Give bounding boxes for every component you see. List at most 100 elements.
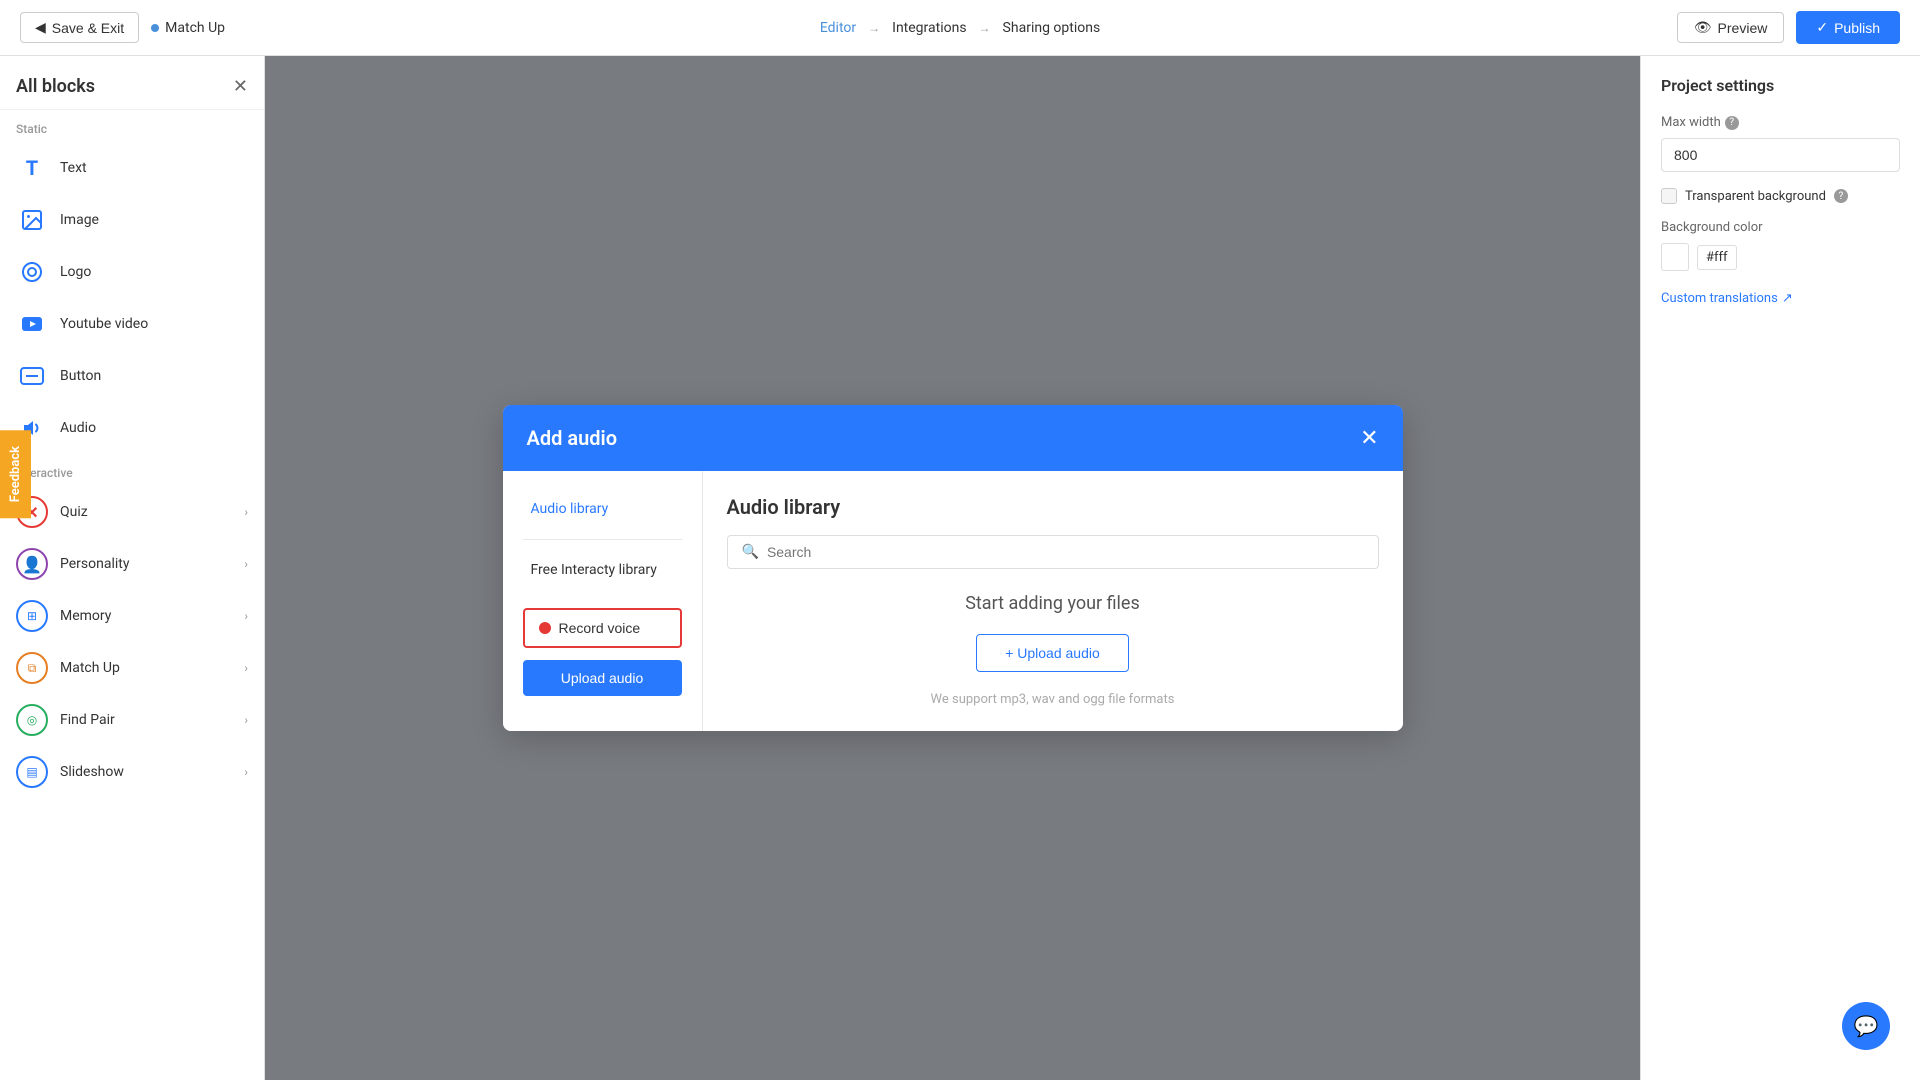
matchup-icon: ⧉	[16, 652, 48, 684]
publish-button[interactable]: ✓ Publish	[1796, 11, 1900, 44]
close-icon[interactable]: ✕	[233, 76, 248, 97]
main-layout: All blocks ✕ Static T Text Image Logo Yo…	[0, 56, 1920, 1080]
chat-icon: 💬	[1854, 1014, 1879, 1038]
editor-link[interactable]: Editor	[820, 20, 856, 36]
button-label: Button	[60, 368, 248, 384]
block-item-text[interactable]: T Text	[0, 142, 264, 194]
record-voice-button[interactable]: Record voice	[523, 608, 682, 648]
max-width-input[interactable]	[1661, 138, 1900, 172]
empty-state-title: Start adding your files	[965, 593, 1140, 614]
block-item-youtube[interactable]: Youtube video	[0, 298, 264, 350]
eye-icon: 👁	[1694, 19, 1712, 36]
transparent-bg-help-icon[interactable]: ?	[1834, 189, 1848, 203]
findpair-arrow: ›	[244, 713, 248, 727]
back-arrow-icon: ◀	[35, 19, 46, 36]
bg-color-swatch[interactable]	[1661, 243, 1689, 271]
save-exit-button[interactable]: ◀ Save & Exit	[20, 12, 139, 43]
sidebar-title: All blocks	[16, 76, 95, 97]
center-area: Add audio ✕ Audio library Free Interacty…	[265, 56, 1640, 1080]
sidebar-item-personality[interactable]: 👤 Personality ›	[0, 538, 264, 590]
upload-audio-outline-button[interactable]: + Upload audio	[976, 634, 1129, 672]
support-text: We support mp3, wav and ogg file formats	[931, 692, 1175, 707]
upload-audio-button[interactable]: Upload audio	[523, 660, 682, 696]
sidebar-item-matchup[interactable]: ⧉ Match Up ›	[0, 642, 264, 694]
modal-sidebar: Audio library Free Interacty library Rec…	[503, 471, 703, 731]
audio-library-title: Audio library	[727, 495, 1379, 519]
max-width-help-icon[interactable]: ?	[1725, 116, 1739, 130]
block-item-button[interactable]: Button	[0, 350, 264, 402]
sidebar-item-findpair[interactable]: ◎ Find Pair ›	[0, 694, 264, 746]
nav-divider	[523, 539, 682, 540]
save-exit-label: Save & Exit	[52, 20, 124, 36]
audio-library-tab[interactable]: Audio library	[523, 491, 682, 527]
image-label: Image	[60, 212, 248, 228]
topbar-right: 👁 Preview ✓ Publish	[1677, 11, 1900, 44]
transparent-bg-label: Transparent background	[1685, 189, 1826, 204]
youtube-label: Youtube video	[60, 316, 248, 332]
quiz-arrow: ›	[244, 505, 248, 519]
project-name: Match Up	[151, 20, 225, 36]
image-icon	[16, 204, 48, 236]
button-icon	[16, 360, 48, 392]
modal-body: Audio library Free Interacty library Rec…	[503, 471, 1403, 731]
slideshow-icon: ▤	[16, 756, 48, 788]
free-library-tab[interactable]: Free Interacty library	[523, 552, 682, 588]
personality-arrow: ›	[244, 557, 248, 571]
empty-state: Start adding your files + Upload audio W…	[727, 593, 1379, 707]
memory-label: Memory	[60, 608, 232, 624]
matchup-label: Match Up	[60, 660, 232, 676]
add-audio-modal: Add audio ✕ Audio library Free Interacty…	[503, 405, 1403, 731]
modal-close-button[interactable]: ✕	[1360, 425, 1378, 451]
block-item-logo[interactable]: Logo	[0, 246, 264, 298]
transparent-bg-checkbox[interactable]	[1661, 188, 1677, 204]
bg-color-value[interactable]: #fff	[1697, 245, 1737, 270]
findpair-icon: ◎	[16, 704, 48, 736]
chat-button[interactable]: 💬	[1842, 1002, 1890, 1050]
search-bar: 🔍	[727, 535, 1379, 569]
memory-arrow: ›	[244, 609, 248, 623]
transparent-bg-row: Transparent background ?	[1661, 188, 1900, 204]
sidebar-item-memory[interactable]: ⊞ Memory ›	[0, 590, 264, 642]
external-link-icon: ↗	[1782, 291, 1793, 306]
quiz-label: Quiz	[60, 504, 232, 520]
modal-header: Add audio ✕	[503, 405, 1403, 471]
logo-label: Logo	[60, 264, 248, 280]
sharing-options-link[interactable]: Sharing options	[1003, 20, 1101, 36]
arrow-2: →	[979, 21, 991, 35]
bg-color-row: #fff	[1661, 243, 1900, 271]
slideshow-label: Slideshow	[60, 764, 232, 780]
findpair-label: Find Pair	[60, 712, 232, 728]
personality-icon: 👤	[16, 548, 48, 580]
text-icon: T	[16, 152, 48, 184]
status-dot	[151, 24, 159, 32]
topbar-nav: Editor → Integrations → Sharing options	[820, 20, 1100, 36]
sidebar-item-quiz[interactable]: ✕ Quiz ›	[0, 486, 264, 538]
personality-label: Personality	[60, 556, 232, 572]
logo-icon	[16, 256, 48, 288]
max-width-label: Max width ?	[1661, 115, 1900, 130]
search-icon: 🔍	[742, 544, 759, 560]
modal-content: Audio library 🔍 Start adding your files …	[703, 471, 1403, 731]
integrations-link[interactable]: Integrations	[892, 20, 966, 36]
bg-color-label: Background color	[1661, 220, 1900, 235]
text-label: Text	[60, 160, 248, 176]
topbar-left: ◀ Save & Exit Match Up	[20, 12, 225, 43]
modal-title: Add audio	[527, 426, 618, 450]
custom-translations-link[interactable]: Custom translations ↗	[1661, 291, 1900, 306]
sidebar-header: All blocks ✕	[0, 56, 264, 110]
search-input[interactable]	[767, 544, 1364, 560]
matchup-arrow: ›	[244, 661, 248, 675]
check-icon: ✓	[1816, 19, 1828, 36]
left-sidebar: All blocks ✕ Static T Text Image Logo Yo…	[0, 56, 265, 1080]
project-settings-title: Project settings	[1661, 76, 1900, 95]
preview-button[interactable]: 👁 Preview	[1677, 12, 1785, 43]
modal-overlay[interactable]: Add audio ✕ Audio library Free Interacty…	[265, 56, 1640, 1080]
topbar: ◀ Save & Exit Match Up Editor → Integrat…	[0, 0, 1920, 56]
feedback-tab[interactable]: Feedback	[0, 430, 31, 518]
static-section-label: Static	[0, 110, 264, 142]
arrow-1: →	[868, 21, 880, 35]
right-sidebar: Project settings Max width ? Transparent…	[1640, 56, 1920, 1080]
sidebar-item-slideshow[interactable]: ▤ Slideshow ›	[0, 746, 264, 798]
slideshow-arrow: ›	[244, 765, 248, 779]
block-item-image[interactable]: Image	[0, 194, 264, 246]
